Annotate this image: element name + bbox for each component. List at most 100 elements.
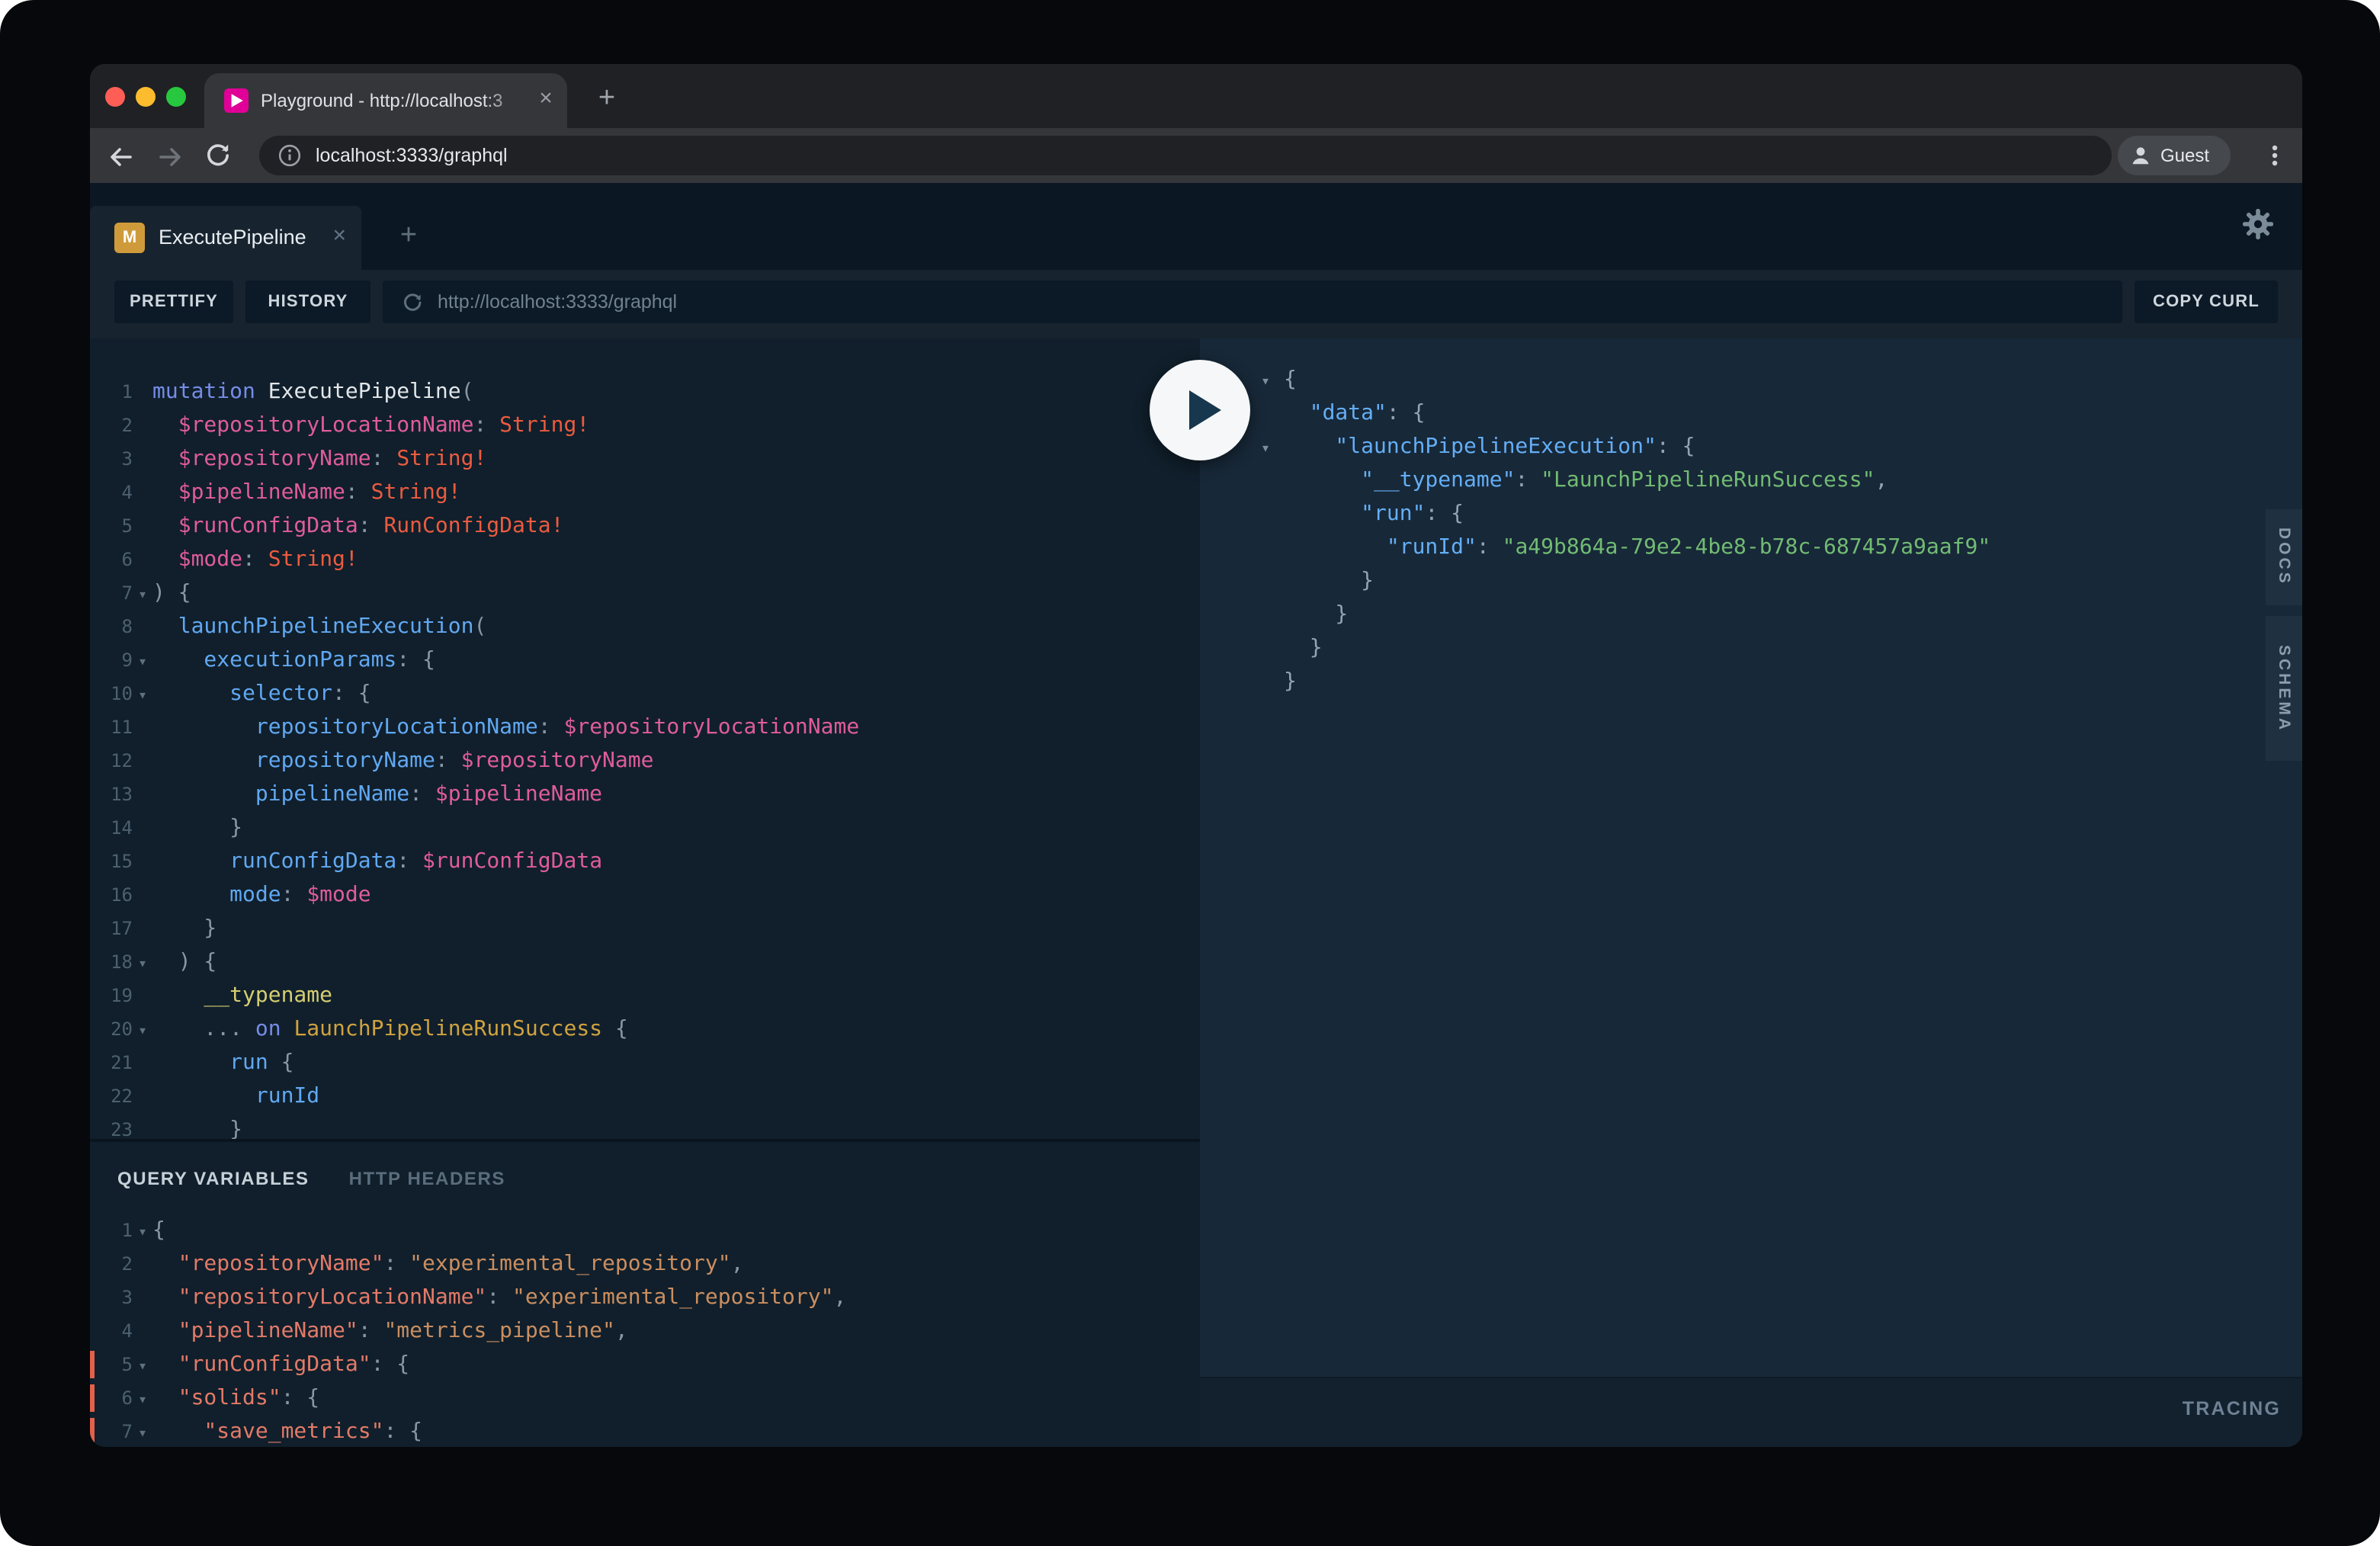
code-text: } [1284,602,1348,627]
code-text: $runConfigData: RunConfigData! [152,514,563,538]
code-line: 22 runId [99,1079,1200,1113]
line-number: 14 [99,811,133,845]
tab-title-fade [483,73,532,128]
zoom-window-button[interactable] [165,86,185,106]
tracing-bar: TRACING [1200,1377,2302,1447]
reload-button-icon[interactable] [204,142,232,169]
minimize-window-button[interactable] [135,86,155,106]
browser-menu-icon[interactable] [2261,142,2289,169]
code-text: $mode: String! [152,547,358,572]
copy-curl-button[interactable]: COPY CURL [2135,281,2278,323]
code-text: ) { [152,950,217,974]
code-line: 1▾{ [99,1214,1200,1247]
endpoint-input[interactable]: http://localhost:3333/graphql [383,281,2122,323]
variables-editor[interactable]: 1▾{2 "repositoryName": "experimental_rep… [90,1214,1200,1447]
line-number: 3 [99,442,133,476]
line-number: 21 [99,1046,133,1079]
line-number: 5 [99,509,133,543]
profile-button[interactable]: Guest [2118,136,2231,175]
tab-http-headers[interactable]: HTTP HEADERS [349,1167,505,1188]
code-line: 6▾ "solids": { [99,1381,1200,1415]
line-number: 23 [99,1113,133,1139]
code-line: 18▾ ) { [99,945,1200,979]
fold-arrow-icon[interactable]: ▾ [133,948,152,982]
code-line: 5 $runConfigData: RunConfigData! [99,509,1200,543]
playground-toolbar: PRETTIFY HISTORY http://localhost:3333/g… [90,270,2302,338]
code-text: } [1284,569,1374,593]
fold-arrow-icon[interactable]: ▾ [1261,366,1284,399]
screenshot-root: Playground - http://localhost:3 × + [0,0,2380,1546]
execute-button[interactable] [1150,360,1250,460]
line-number: 20 [99,1012,133,1046]
fold-arrow-icon[interactable]: ▾ [133,1351,152,1384]
session-tab-close-icon[interactable]: × [332,206,346,270]
code-text: mutation ExecutePipeline( [152,380,473,404]
code-text: "repositoryLocationName": "experimental_… [152,1285,846,1310]
endpoint-url: http://localhost:3333/graphql [438,291,677,313]
code-text: ... on LaunchPipelineRunSuccess { [152,1017,628,1041]
code-text: repositoryLocationName: $repositoryLocat… [152,715,859,739]
fold-arrow-icon[interactable]: ▾ [133,1217,152,1250]
forward-button-icon[interactable] [156,142,186,172]
code-text: runConfigData: $runConfigData [152,849,602,874]
fold-arrow-icon[interactable]: ▾ [1261,433,1284,467]
code-line: 23 } [99,1113,1200,1139]
code-text: $repositoryName: String! [152,447,486,471]
line-number: 19 [99,979,133,1012]
code-text: __typename [152,983,332,1008]
code-text: ) { [152,581,191,605]
code-line: 1mutation ExecutePipeline( [99,375,1200,409]
line-number: 5 [99,1348,133,1381]
playground-favicon-icon [224,88,249,113]
fold-arrow-icon[interactable]: ▾ [133,680,152,714]
code-line: 7▾ "save_metrics": { [99,1415,1200,1447]
code-text: mode: $mode [152,883,371,907]
code-text: } [1284,669,1297,694]
tracing-toggle[interactable]: TRACING [2183,1398,2281,1419]
line-number: 9 [99,643,133,677]
code-line: 7▾) { [99,576,1200,610]
fold-arrow-icon[interactable]: ▾ [133,1384,152,1418]
prettify-button[interactable]: PRETTIFY [114,281,233,323]
code-line: 2 $repositoryLocationName: String! [99,409,1200,442]
site-info-icon[interactable] [277,143,302,168]
tab-query-variables[interactable]: QUERY VARIABLES [117,1167,310,1188]
line-number: 2 [99,409,133,442]
code-line: } [1261,564,2302,598]
fold-arrow-icon[interactable]: ▾ [133,646,152,680]
line-number: 7 [99,576,133,610]
address-bar[interactable]: localhost:3333/graphql [259,136,2112,175]
line-number: 13 [99,778,133,811]
new-tab-button[interactable]: + [590,73,624,128]
mutation-badge: M [114,223,145,253]
fold-arrow-icon[interactable]: ▾ [133,579,152,613]
endpoint-refresh-icon[interactable] [401,290,424,313]
browser-tab[interactable]: Playground - http://localhost:3 × [204,73,567,128]
back-button-icon[interactable] [105,142,136,172]
code-text: selector: { [152,682,371,706]
code-text: } [152,916,217,941]
line-number: 11 [99,710,133,744]
close-window-button[interactable] [104,86,124,106]
schema-tab[interactable]: SCHEMA [2266,616,2302,761]
code-text: "repositoryName": "experimental_reposito… [152,1252,743,1276]
session-tab[interactable]: M ExecutePipeline × [90,206,361,270]
code-line: 15 runConfigData: $runConfigData [99,845,1200,878]
code-line: ▾ "launchPipelineExecution": { [1261,430,2302,463]
fold-arrow-icon[interactable]: ▾ [133,1418,152,1447]
code-text: $pipelineName: String! [152,480,461,505]
code-line: 16 mode: $mode [99,878,1200,912]
code-text: "runConfigData": { [152,1352,409,1377]
docs-tab[interactable]: DOCS [2266,509,2302,605]
tab-close-icon[interactable]: × [529,73,563,128]
settings-gear-icon[interactable] [2241,207,2275,241]
new-session-button[interactable]: + [392,206,425,270]
session-tab-title: ExecutePipeline [159,206,306,270]
code-text: run { [152,1050,293,1075]
play-icon [1189,390,1221,430]
lint-marker [90,1384,95,1412]
fold-arrow-icon[interactable]: ▾ [133,1015,152,1049]
history-button[interactable]: HISTORY [245,281,370,323]
code-text: "launchPipelineExecution": { [1284,435,1695,459]
query-editor[interactable]: 1mutation ExecutePipeline(2 $repositoryL… [90,338,1200,1139]
